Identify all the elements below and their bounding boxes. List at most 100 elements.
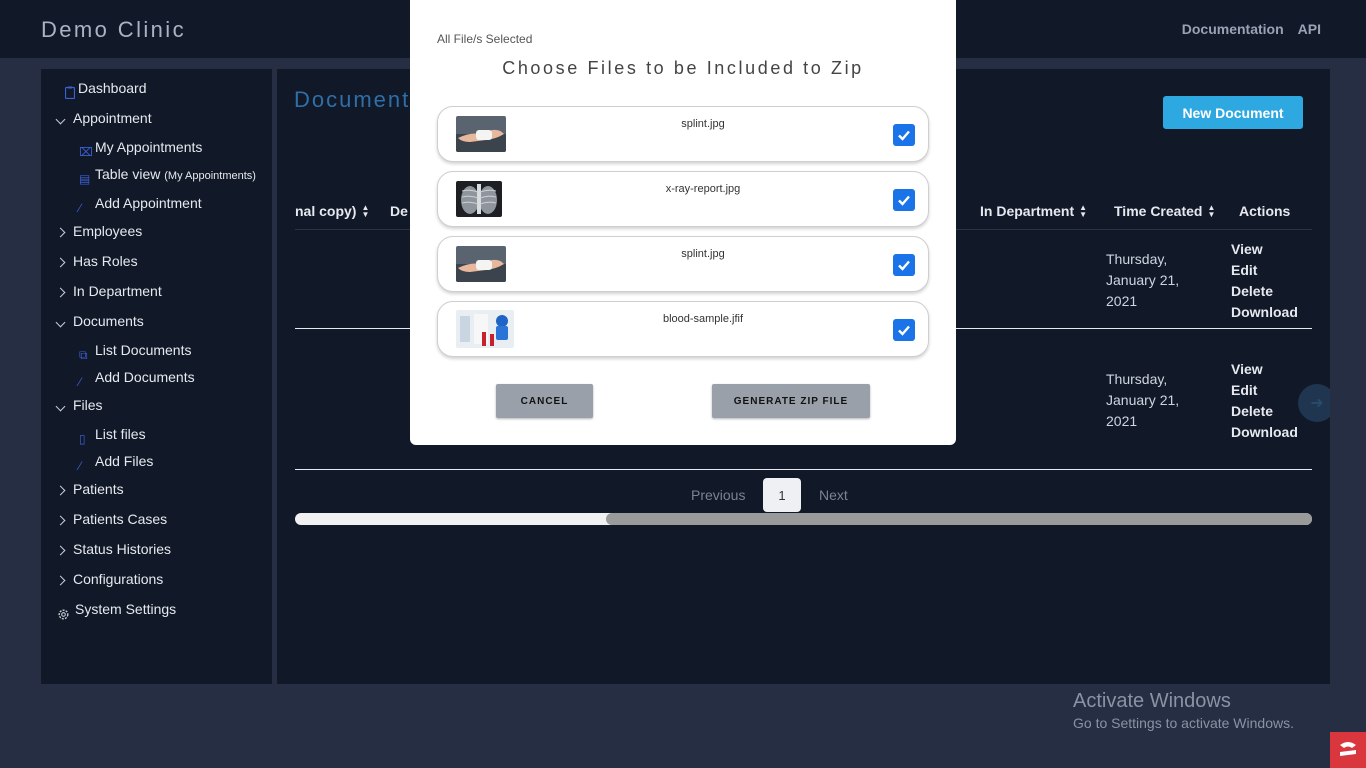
checkmark-icon [898,195,910,206]
selection-status: All File/s Selected [437,32,533,46]
sidebar-label: Patients Cases [73,511,168,527]
sidebar-label: Files [73,397,103,413]
sidebar-label: Configurations [73,571,164,587]
sidebar-label: Dashboard [78,80,147,96]
brand-title[interactable]: Demo Clinic [41,17,186,43]
sidebar-label: Add Appointment [95,195,202,211]
date-text: January 21, [1106,272,1180,288]
sort-icon: ▲ ▼ [1079,203,1088,219]
column-header-label: nal copy) [295,203,357,219]
delete-link[interactable]: Delete [1231,281,1298,302]
sidebar-label: Appointment [73,110,152,126]
generate-zip-button[interactable]: GENERATE ZIP FILE [712,384,870,418]
file-item[interactable]: splint.jpg [437,236,929,292]
sidebar-label: Patients [73,481,124,497]
date-text: January 21, [1106,392,1180,408]
calendar-icon: ⌧ [79,145,93,159]
file-checkbox[interactable] [893,124,915,146]
sidebar-label: Add Documents [95,369,195,385]
file-item[interactable]: blood-sample.jfif [437,301,929,357]
new-document-button[interactable]: New Document [1163,96,1303,129]
clipboard-icon [65,86,75,99]
column-header-label: Time Created [1114,203,1203,219]
sidebar-label: Employees [73,223,143,239]
chevron-right-icon [55,485,66,496]
chevron-right-icon [55,257,66,268]
checkmark-icon [898,130,910,141]
row-divider [295,469,1312,470]
pencil-icon: ⁄ [79,201,82,215]
sidebar-label: Status Histories [73,541,172,557]
download-link[interactable]: Download [1231,302,1298,323]
scrollbar-thumb[interactable] [606,513,1312,525]
column-header-partial[interactable]: De [390,203,408,219]
horizontal-scrollbar[interactable] [295,513,1312,525]
column-header-label: In Department [980,203,1075,219]
pencil-icon: ⁄ [79,375,82,389]
documents-icon: ⧉ [79,348,88,362]
sidebar-label: List files [95,426,146,442]
chevron-right-icon [55,227,66,238]
api-link[interactable]: API [1298,21,1321,37]
gear-icon [58,609,69,620]
sidebar-label: Has Roles [73,253,138,269]
view-link[interactable]: View [1231,239,1298,260]
checkmark-icon [898,325,910,336]
column-header-original-copy[interactable]: nal copy) ▲ ▼ [295,203,369,219]
delete-link[interactable]: Delete [1231,401,1298,422]
date-text: Thursday, [1106,371,1168,387]
scroll-right-button[interactable]: ➜ [1298,384,1330,422]
file-item[interactable]: splint.jpg [437,106,929,162]
download-link[interactable]: Download [1231,422,1298,443]
app-logo-icon[interactable] [1330,732,1366,768]
column-header-label: De [390,203,408,219]
sort-icon: ▲ ▼ [361,203,370,219]
actions-cell: View Edit Delete Download [1231,239,1298,323]
sidebar-label: Documents [73,313,144,329]
top-nav: Documentation API [1182,21,1321,37]
column-header-in-department[interactable]: In Department ▲ ▼ [980,203,1087,219]
column-header-time-created[interactable]: Time Created ▲ ▼ [1114,203,1215,219]
file-checkbox[interactable] [893,319,915,341]
chevron-down-icon [55,317,66,328]
activate-windows-title: Activate Windows [1073,690,1231,712]
actions-cell: View Edit Delete Download [1231,359,1298,443]
previous-page-button[interactable]: Previous [691,487,745,503]
column-header-label: Actions [1239,203,1291,219]
view-link[interactable]: View [1231,359,1298,380]
next-page-button[interactable]: Next [819,487,848,503]
date-text: Thursday, [1106,251,1168,267]
time-created-cell: Thursday, January 21, 2021 [1106,249,1179,312]
edit-link[interactable]: Edit [1231,260,1298,281]
sidebar-label: System Settings [75,601,177,617]
chevron-right-icon [55,545,66,556]
sidebar-label-group: Table view (My Appointments) [95,166,256,182]
chevron-down-icon [55,401,66,412]
file-checkbox[interactable] [893,189,915,211]
date-text: 2021 [1106,293,1138,309]
current-page-button[interactable]: 1 [763,478,801,512]
chevron-right-icon [55,287,66,298]
file-name: blood-sample.jfif [662,313,744,325]
sidebar-label: Table view [95,166,161,182]
chevron-right-icon [55,575,66,586]
sort-icon: ▲ ▼ [1207,203,1216,219]
sidebar-label: In Department [73,283,162,299]
edit-link[interactable]: Edit [1231,380,1298,401]
date-text: 2021 [1106,413,1138,429]
file-name: x-ray-report.jpg [665,183,741,195]
pagination: Previous 1 Next [277,478,1330,513]
file-checkbox[interactable] [893,254,915,276]
checkmark-icon [898,260,910,271]
documentation-link[interactable]: Documentation [1182,21,1284,37]
sidebar-label: My Appointments [95,139,203,155]
page-title: Documents [294,87,424,112]
zip-modal: All File/s Selected Choose Files to be I… [410,0,956,445]
chevron-right-icon [55,515,66,526]
file-item[interactable]: x-ray-report.jpg [437,171,929,227]
column-header-actions: Actions [1239,203,1290,219]
table-icon: ▤ [79,172,91,186]
cancel-button[interactable]: CANCEL [496,384,593,418]
sidebar-label: Add Files [95,453,154,469]
arrow-right-icon: ➜ [1310,395,1324,412]
